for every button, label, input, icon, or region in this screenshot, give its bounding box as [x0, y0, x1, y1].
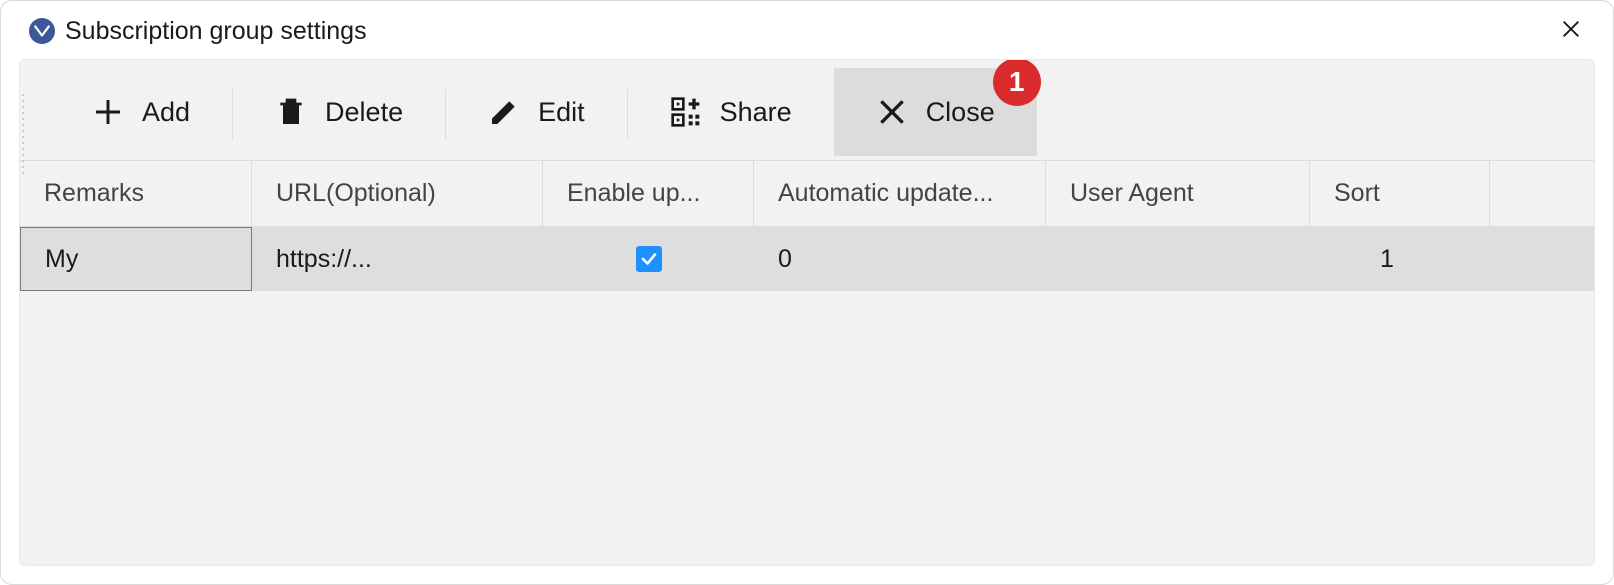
checkbox-checked-icon[interactable]: [636, 246, 662, 272]
pencil-icon: [488, 96, 520, 128]
edit-label: Edit: [538, 97, 585, 128]
cell-user-agent[interactable]: [1046, 227, 1310, 291]
column-header-enable[interactable]: Enable up...: [543, 161, 754, 226]
edit-button[interactable]: Edit: [446, 68, 627, 156]
cell-auto-update[interactable]: 0: [754, 227, 1046, 291]
app-icon: [29, 18, 55, 44]
window-title: Subscription group settings: [65, 17, 1551, 46]
cell-extra[interactable]: [1490, 227, 1594, 291]
close-button[interactable]: Close 1: [834, 68, 1037, 156]
delete-button[interactable]: Delete: [233, 68, 445, 156]
window-close-button[interactable]: [1551, 11, 1591, 51]
column-header-auto-update[interactable]: Automatic update...: [754, 161, 1046, 226]
qr-code-icon: [670, 96, 702, 128]
toolbar: Add Delete Edit: [20, 60, 1594, 160]
cell-sort[interactable]: 1: [1310, 227, 1490, 291]
table-header-row: Remarks URL(Optional) Enable up... Autom…: [20, 160, 1594, 227]
close-icon: [1560, 18, 1582, 45]
column-header-sort[interactable]: Sort: [1310, 161, 1490, 226]
delete-label: Delete: [325, 97, 403, 128]
column-header-remarks[interactable]: Remarks: [20, 161, 252, 226]
column-header-url[interactable]: URL(Optional): [252, 161, 543, 226]
x-icon: [876, 96, 908, 128]
titlebar: Subscription group settings: [1, 1, 1613, 59]
close-label: Close: [926, 97, 995, 128]
settings-window: Subscription group settings Add Delete: [0, 0, 1614, 585]
content-area: Add Delete Edit: [19, 59, 1595, 566]
cell-enable[interactable]: [543, 227, 754, 291]
plus-icon: [92, 96, 124, 128]
table-body: My https://... 0 1: [20, 227, 1594, 565]
notification-badge: 1: [993, 59, 1041, 106]
add-label: Add: [142, 97, 190, 128]
cell-remarks[interactable]: My: [20, 227, 252, 291]
trash-icon: [275, 96, 307, 128]
column-header-user-agent[interactable]: User Agent: [1046, 161, 1310, 226]
add-button[interactable]: Add: [50, 68, 232, 156]
share-button[interactable]: Share: [628, 68, 834, 156]
share-label: Share: [720, 97, 792, 128]
cell-url[interactable]: https://...: [252, 227, 543, 291]
column-header-extra[interactable]: [1490, 161, 1594, 226]
table-row[interactable]: My https://... 0 1: [20, 227, 1594, 291]
subscriptions-table: Remarks URL(Optional) Enable up... Autom…: [20, 160, 1594, 565]
